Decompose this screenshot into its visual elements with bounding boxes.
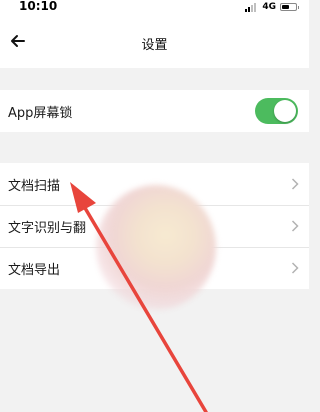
battery-icon	[280, 3, 299, 11]
chevron-right-icon	[291, 220, 299, 232]
chevron-right-icon	[291, 262, 299, 274]
status-time: 10:10	[19, 0, 58, 13]
page-title: 设置	[141, 38, 168, 53]
status-indicators: 4G	[244, 1, 299, 13]
blurred-overlay	[96, 185, 216, 310]
chevron-right-icon	[291, 178, 299, 190]
app-lock-section: App屏幕锁	[0, 90, 309, 132]
signal-icon	[244, 2, 257, 12]
toggle-knob	[274, 100, 296, 122]
navigation-bar: 设置	[0, 14, 309, 68]
status-bar: 10:10 4G	[0, 0, 309, 14]
document-scan-label: 文档扫描	[8, 178, 61, 194]
battery-level	[282, 5, 289, 9]
network-type: 4G	[262, 2, 276, 12]
app-lock-label: App屏幕锁	[8, 105, 73, 121]
text-recognition-label: 文字识别与翻	[8, 220, 87, 236]
document-export-label: 文档导出	[8, 262, 61, 278]
app-lock-row: App屏幕锁	[0, 90, 309, 132]
app-lock-toggle[interactable]	[255, 98, 298, 124]
